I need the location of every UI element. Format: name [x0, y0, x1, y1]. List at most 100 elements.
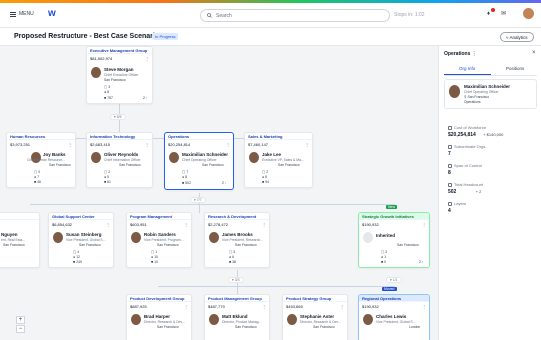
- org-card-amount: $7,460,147 ⋮: [248, 142, 309, 147]
- stat-change: 2 ↑: [143, 96, 148, 100]
- connector-line: [199, 193, 200, 213]
- more-icon[interactable]: ⋮: [106, 222, 110, 227]
- person-name: Nguyen: [1, 232, 18, 237]
- stat-headcount: ■ 249: [73, 260, 82, 264]
- notifications-icon[interactable]: ♦: [484, 8, 495, 19]
- org-card-research-development[interactable]: Research & Development $2,278,472 ⋮ James…: [204, 212, 270, 268]
- org-card-amount: $190,932 ⋮: [362, 222, 426, 227]
- more-icon[interactable]: ⋮: [422, 304, 426, 309]
- org-card-amount: $81,502,974 ⋮: [90, 56, 149, 61]
- inbox-icon[interactable]: ✉: [499, 10, 508, 19]
- zoom-out-button[interactable]: −: [16, 325, 25, 333]
- menu-button[interactable]: MENU: [10, 11, 34, 17]
- status-badge: In Progress: [152, 33, 179, 40]
- expand-pill[interactable]: ▾ 5/5: [110, 114, 126, 120]
- stat-span: ● 1: [381, 255, 387, 259]
- expand-pill[interactable]: ▾ 7/7: [190, 197, 206, 203]
- expand-pill[interactable]: ▾ 1/1: [386, 277, 402, 283]
- more-icon[interactable]: ⋮: [340, 304, 344, 309]
- org-chart-canvas[interactable]: ▾ 5/5 ▾ 7/7 ▾ 3/3 ▾ 1/1 Executive Manage…: [0, 46, 438, 340]
- org-card-it[interactable]: Information Technology $2,683,415 ⋮ Olive…: [86, 132, 153, 188]
- stat-orgs: ▢ 7: [182, 170, 189, 174]
- stat-orgs: ▢ 3: [104, 85, 111, 89]
- org-card-hr[interactable]: Human Resources $3,973,251 ⋮ Joy Banks Ch…: [6, 132, 76, 188]
- person-name: Charles Lewis: [376, 314, 407, 319]
- org-card-dept: Executive Management Group: [87, 47, 152, 54]
- org-card-real-estate[interactable]: Nguyen ent, Real Esta... San Francisco: [0, 212, 40, 268]
- analytics-button[interactable]: ≈ Analytics: [500, 32, 534, 42]
- person-location: San Francisco: [79, 243, 101, 247]
- stat-span: ● 6: [262, 175, 268, 179]
- more-icon[interactable]: ⋮: [262, 304, 266, 309]
- person-location: San Francisco: [49, 163, 71, 167]
- search-input[interactable]: Search: [200, 9, 390, 22]
- person-name: Robin Sanders: [144, 232, 176, 237]
- person-location: San Francisco: [278, 163, 300, 167]
- avatar: [169, 152, 179, 163]
- org-card-dept: Product Development Group: [127, 295, 191, 302]
- person-name: Susan Steinberg: [66, 232, 102, 237]
- details-panel: Operations ⋮ × Org Info Positions Maximi…: [438, 46, 541, 340]
- person-name: Inherited: [376, 233, 396, 238]
- org-card-product-management[interactable]: Product Management Group $487,779 ⋮ Matt …: [204, 294, 270, 340]
- more-icon[interactable]: ⋮: [472, 51, 477, 57]
- person-title: Chief Information Officer: [104, 158, 141, 162]
- org-card-program-management[interactable]: Program Management $603,951 ⋮ Robin Sande…: [126, 212, 192, 268]
- person-location: San Francisco: [157, 325, 179, 329]
- more-icon[interactable]: ⋮: [305, 142, 309, 147]
- org-card-product-strategy[interactable]: Product Strategy Group $453,665 ⋮ Stephan…: [282, 294, 348, 340]
- org-card-executive[interactable]: Executive Management Group $81,502,974 ⋮ …: [86, 46, 153, 104]
- org-card-product-development[interactable]: Product Development Group $887,925 ⋮ Brad…: [126, 294, 192, 340]
- org-card-operations[interactable]: Operations $20,254,814 ⋮ Maximilian Schne…: [164, 132, 234, 190]
- stat-span: ● 8: [182, 175, 188, 179]
- more-icon[interactable]: ⋮: [422, 222, 426, 227]
- person-location: San Francisco: [235, 243, 257, 247]
- person-title: Chief Executive Officer: [104, 73, 139, 77]
- more-icon[interactable]: ⋮: [184, 304, 188, 309]
- tab-org-info[interactable]: Org Info: [459, 66, 475, 71]
- more-icon[interactable]: ⋮: [262, 222, 266, 227]
- workday-logo-icon[interactable]: w: [48, 8, 59, 19]
- person-name: Brad Harper: [144, 314, 171, 319]
- more-icon[interactable]: ⋮: [145, 142, 149, 147]
- org-card-dept: Human Resources: [7, 133, 75, 140]
- org-card-dept: Regional Operations: [359, 295, 429, 302]
- search-icon: [207, 13, 212, 18]
- stat-change: 2 ↑: [222, 181, 227, 185]
- org-card-amount: $887,925 ⋮: [130, 304, 188, 309]
- zoom-in-button[interactable]: +: [16, 316, 25, 324]
- currency-icon: [448, 125, 452, 130]
- org-card-amount: $3,973,251 ⋮: [10, 142, 72, 147]
- org-card-regional-operations[interactable]: Regional Operations $190,932 ⋮ Charles Le…: [358, 294, 430, 340]
- org-card-sales[interactable]: Sales & Marketing $7,460,147 ⋮ Jake Lee E…: [244, 132, 313, 188]
- avatar: [91, 152, 101, 163]
- avatar: [363, 314, 373, 325]
- org-card-amount: $453,665 ⋮: [286, 304, 344, 309]
- org-card-dept: Global Support Center: [49, 213, 113, 220]
- manager-card[interactable]: Maximilian Schneider Chief Operating Off…: [444, 79, 537, 109]
- org-card-global-support[interactable]: Global Support Center $6,854,632 ⋮ Susan …: [48, 212, 114, 268]
- close-icon[interactable]: ×: [532, 50, 536, 56]
- stat-orgs: ▢ 3: [229, 250, 236, 254]
- person-location: San Francisco: [119, 163, 141, 167]
- person-title: Vice President, Research...: [222, 238, 264, 242]
- more-icon[interactable]: ⋮: [226, 142, 230, 147]
- notification-badge: [491, 8, 495, 12]
- stat-orgs: ▢ 0: [34, 170, 41, 174]
- more-icon[interactable]: ⋮: [145, 56, 149, 61]
- more-icon[interactable]: ⋮: [68, 142, 72, 147]
- org-card-amount: $6,854,632 ⋮: [52, 222, 110, 227]
- tab-positions[interactable]: Positions: [506, 66, 524, 71]
- person-location: London: [409, 325, 421, 329]
- stat-headcount: ■ 502: [182, 181, 191, 185]
- org-icon: [448, 144, 452, 149]
- user-avatar[interactable]: [523, 8, 534, 19]
- org-card-dept: Information Technology: [87, 133, 152, 140]
- person-location: San Francisco: [313, 325, 335, 329]
- kpi-total-headcount: Total Headcount 502 + 2: [448, 182, 483, 195]
- expand-pill[interactable]: ▾ 3/3: [228, 277, 244, 283]
- org-card-strategic-growth[interactable]: Strategic Growth Initiatives $190,932 ⋮ I…: [358, 212, 430, 268]
- more-icon[interactable]: ⋮: [184, 222, 188, 227]
- person-location: ⚲ San Francisco: [464, 95, 490, 99]
- org-card-dept: Operations: [165, 133, 233, 140]
